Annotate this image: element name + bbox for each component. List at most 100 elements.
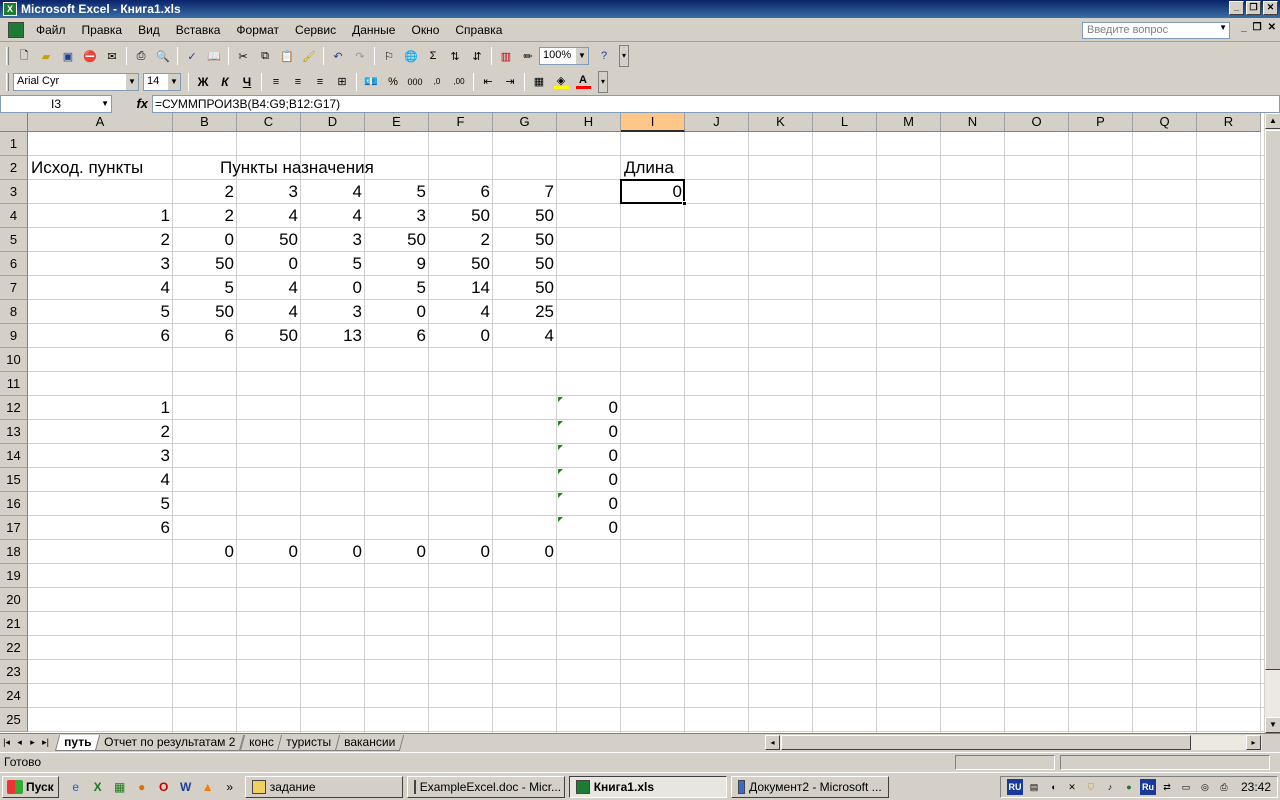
- column-header-K[interactable]: K: [749, 113, 813, 132]
- row-header-21[interactable]: 21: [0, 612, 28, 636]
- horizontal-scrollbar[interactable]: ◂ ▸: [765, 735, 1262, 750]
- row-header-8[interactable]: 8: [0, 300, 28, 324]
- language-indicator[interactable]: RU: [1006, 779, 1023, 795]
- cell-A14[interactable]: 3: [28, 444, 173, 467]
- row-header-18[interactable]: 18: [0, 540, 28, 564]
- keyboard-layout-indicator[interactable]: Ru: [1139, 779, 1156, 795]
- cell-F9[interactable]: 0: [429, 324, 493, 347]
- spelling-button[interactable]: ✓: [181, 45, 203, 67]
- cell-E5[interactable]: 50: [365, 228, 429, 251]
- cell-I2[interactable]: Длина: [621, 156, 685, 179]
- menu-format[interactable]: Формат: [228, 23, 287, 37]
- cell-G7[interactable]: 50: [493, 276, 557, 299]
- speaker-icon[interactable]: ♪: [1102, 779, 1118, 795]
- sync-icon[interactable]: ⇄: [1159, 779, 1175, 795]
- row-header-9[interactable]: 9: [0, 324, 28, 348]
- menu-insert[interactable]: Вставка: [168, 23, 229, 37]
- row-header-2[interactable]: 2: [0, 156, 28, 180]
- doc-restore-button[interactable]: ❐: [1253, 22, 1262, 33]
- column-header-Q[interactable]: Q: [1133, 113, 1197, 132]
- formula-input[interactable]: =СУММПРОИЗВ(B4:G9;B12:G17): [152, 94, 1280, 113]
- help-question-input[interactable]: Введите вопрос ▼: [1082, 22, 1230, 39]
- menu-help[interactable]: Справка: [447, 23, 510, 37]
- cell-A4[interactable]: 1: [28, 204, 173, 227]
- restore-button[interactable]: ❐: [1246, 1, 1261, 15]
- increase-decimal-button[interactable]: ,0: [426, 71, 448, 93]
- column-header-I[interactable]: I: [621, 113, 685, 132]
- cell-F6[interactable]: 50: [429, 252, 493, 275]
- insert-function-button[interactable]: fx: [112, 96, 152, 111]
- cell-C7[interactable]: 4: [237, 276, 301, 299]
- menu-window[interactable]: Окно: [403, 23, 447, 37]
- cell-A7[interactable]: 4: [28, 276, 173, 299]
- autosum-button[interactable]: Σ: [422, 45, 444, 67]
- font-dropdown-icon[interactable]: ▼: [126, 73, 138, 90]
- row-header-7[interactable]: 7: [0, 276, 28, 300]
- zoom-select[interactable]: 100% ▼: [539, 47, 589, 65]
- horizontal-scroll-thumb[interactable]: [781, 735, 1191, 750]
- cell-D3[interactable]: 4: [301, 180, 365, 203]
- minimize-button[interactable]: _: [1229, 1, 1244, 15]
- align-right-button[interactable]: ≡: [309, 71, 331, 93]
- cell-G5[interactable]: 50: [493, 228, 557, 251]
- chart-wizard-button[interactable]: ▥: [495, 45, 517, 67]
- spreadsheet-grid[interactable]: Исход. пункты Пункты назначения Длина 2 3 4 5 6…: [0, 113, 1264, 733]
- column-header-P[interactable]: P: [1069, 113, 1133, 132]
- cell-F3[interactable]: 6: [429, 180, 493, 203]
- save-button[interactable]: ▣: [57, 45, 79, 67]
- cell-C8[interactable]: 4: [237, 300, 301, 323]
- font-size-select[interactable]: 14 ▼: [143, 72, 181, 91]
- menu-file[interactable]: Файл: [28, 23, 74, 37]
- cell-A2[interactable]: Исход. пункты: [28, 156, 173, 179]
- row-header-22[interactable]: 22: [0, 636, 28, 660]
- cell-C18[interactable]: 0: [237, 540, 301, 563]
- row-header-3[interactable]: 3: [0, 180, 28, 204]
- borders-button[interactable]: ▦: [528, 71, 550, 93]
- sheet-tab-tourists[interactable]: туристы: [277, 734, 341, 751]
- row-header-13[interactable]: 13: [0, 420, 28, 444]
- cell-H17[interactable]: 0: [557, 516, 621, 539]
- help-dropdown-icon[interactable]: ▼: [1219, 23, 1227, 32]
- sort-desc-button[interactable]: ⇵: [466, 45, 488, 67]
- column-header-C[interactable]: C: [237, 113, 301, 132]
- start-button[interactable]: Пуск: [2, 775, 59, 798]
- ink-button[interactable]: ⚐: [378, 45, 400, 67]
- zoom-dropdown-icon[interactable]: ▼: [576, 48, 588, 64]
- name-box[interactable]: I3 ▼: [0, 94, 112, 113]
- menu-tools[interactable]: Сервис: [287, 23, 344, 37]
- cell-D5[interactable]: 3: [301, 228, 365, 251]
- row-header-10[interactable]: 10: [0, 348, 28, 372]
- scroll-down-button[interactable]: ▼: [1265, 717, 1280, 733]
- italic-button[interactable]: К: [214, 71, 236, 93]
- row-header-17[interactable]: 17: [0, 516, 28, 540]
- quicklaunch-vlc-icon[interactable]: ▲: [197, 776, 219, 798]
- toolbar-options-button[interactable]: ▾: [619, 45, 629, 67]
- cell-H15[interactable]: 0: [557, 468, 621, 491]
- copy-button[interactable]: ⧉: [254, 45, 276, 67]
- currency-button[interactable]: 💶: [360, 71, 382, 93]
- cell-B8[interactable]: 50: [173, 300, 237, 323]
- column-header-M[interactable]: M: [877, 113, 941, 132]
- cell-A15[interactable]: 4: [28, 468, 173, 491]
- percent-button[interactable]: %: [382, 71, 404, 93]
- cell-G4[interactable]: 50: [493, 204, 557, 227]
- cell-E4[interactable]: 3: [365, 204, 429, 227]
- column-header-E[interactable]: E: [365, 113, 429, 132]
- column-header-D[interactable]: D: [301, 113, 365, 132]
- row-header-4[interactable]: 4: [0, 204, 28, 228]
- font-color-button[interactable]: A: [572, 71, 594, 93]
- format-painter-button[interactable]: 🖌: [298, 45, 320, 67]
- row-header-5[interactable]: 5: [0, 228, 28, 252]
- column-header-A[interactable]: A: [28, 113, 173, 132]
- row-header-25[interactable]: 25: [0, 708, 28, 732]
- new-button[interactable]: 🗋: [13, 45, 35, 67]
- cell-G6[interactable]: 50: [493, 252, 557, 275]
- permission-button[interactable]: ⛔: [79, 45, 101, 67]
- cell-B5[interactable]: 0: [173, 228, 237, 251]
- task-document2[interactable]: Документ2 - Microsoft ...: [730, 775, 889, 798]
- menu-edit[interactable]: Правка: [74, 23, 131, 37]
- last-sheet-button[interactable]: ▸|: [39, 737, 52, 748]
- cell-F7[interactable]: 14: [429, 276, 493, 299]
- email-button[interactable]: ✉: [101, 45, 123, 67]
- select-all-corner[interactable]: [0, 113, 28, 132]
